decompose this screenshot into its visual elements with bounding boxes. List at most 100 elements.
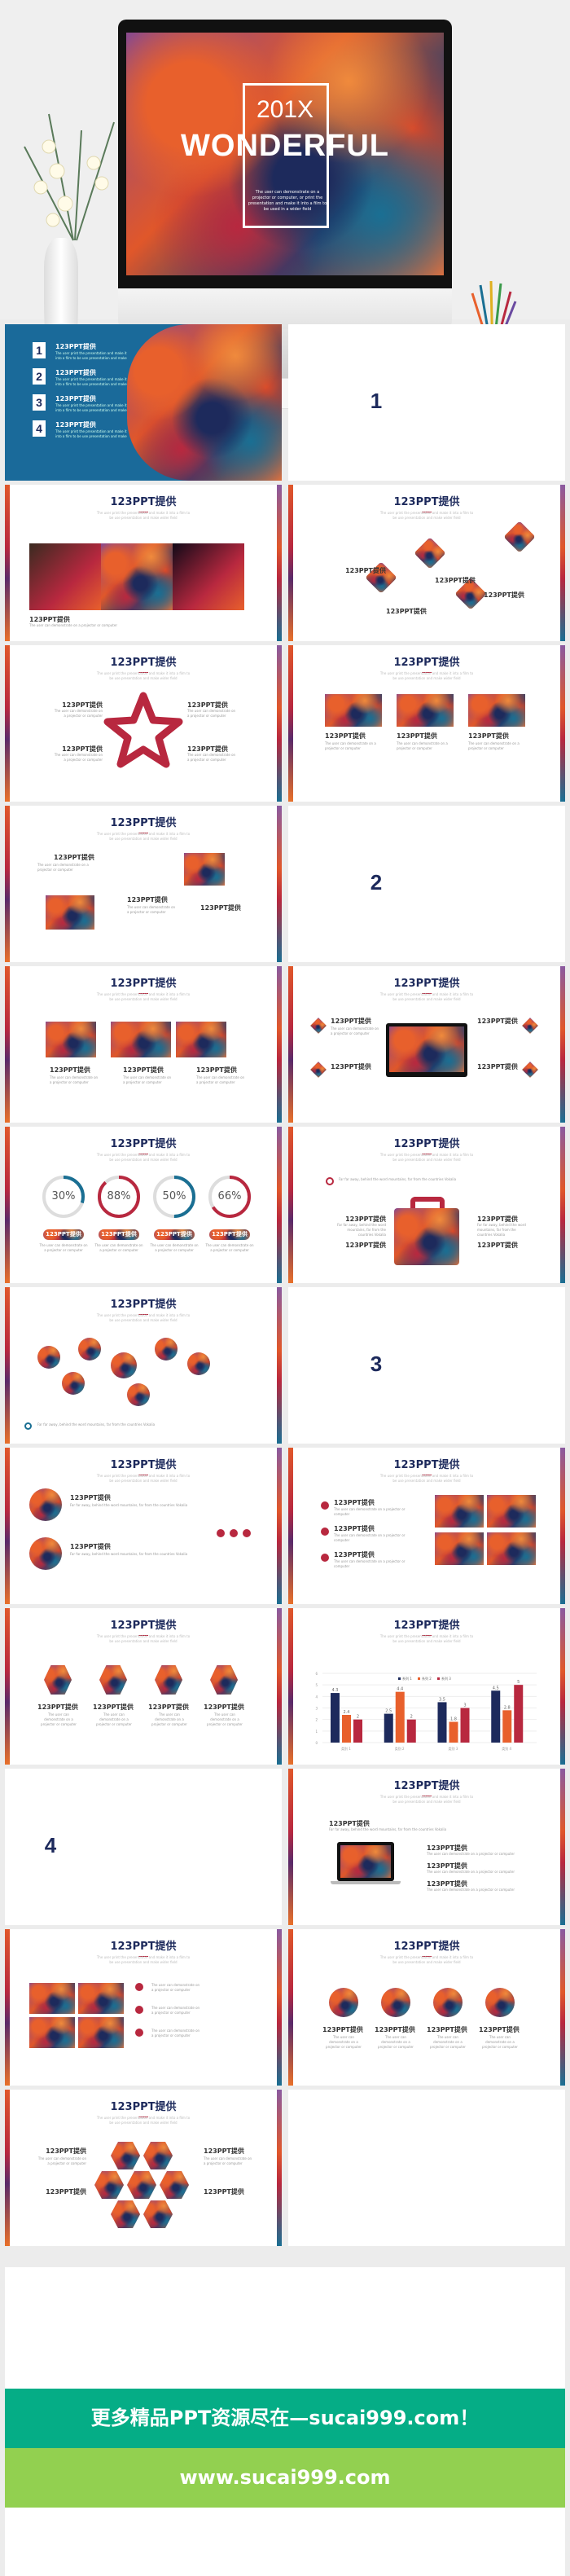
hexagon-icon <box>155 1665 182 1695</box>
section-title: 123PPT提供 <box>73 1835 140 1848</box>
item-text: Far far away, behind the word mountains,… <box>37 1422 156 1426</box>
data-label: 3 <box>463 1703 466 1708</box>
bar <box>491 1690 501 1743</box>
item-title: 123PPT提供 <box>70 1543 111 1550</box>
diamond-icon <box>414 537 446 569</box>
hero-mockup: 201X WONDERFUL The user can demonstrate … <box>0 0 570 414</box>
item-title: 123PPT提供 <box>345 567 386 574</box>
item-text: The user can demonstrate on a projector … <box>39 1243 88 1252</box>
legend-swatch <box>437 1677 440 1680</box>
item-title: 123PPT提供 <box>334 1499 375 1506</box>
slide-section[interactable]: 3 123PPT提供 The user print the presentation… <box>288 1287 565 1444</box>
slide-subtitle: The user print the presentation and make… <box>96 511 191 520</box>
website-banner[interactable]: www.sucai999.com <box>5 2448 565 2508</box>
slide-monitor[interactable]: 123PPT提供 The user print the presentation … <box>288 966 565 1123</box>
item-text: Far far away, behind the word mountains,… <box>70 1552 188 1556</box>
item-text: The user can demonstrate on a projector … <box>378 2035 414 2049</box>
data-label: 1.8 <box>450 1717 457 1722</box>
hexagon-image <box>94 2171 124 2199</box>
slide-photolist[interactable]: 123PPT提供 The user print the presentation … <box>288 1448 565 1604</box>
pill-label: 123PPT提供 <box>212 1231 248 1237</box>
percent-value: 66% <box>217 1190 242 1202</box>
slide-laptop[interactable]: 123PPT提供 The user print the presentation … <box>288 1769 565 1925</box>
bar-chart: 0 1 2 3 4 5 6 系列 1 系列 2 系列 3 4.3 2.4 2 类别 1 2.5 4.4 2 类别 … <box>315 1672 537 1751</box>
pill-label: 123PPT提供 <box>101 1231 137 1237</box>
diamond-icon <box>310 1018 327 1034</box>
slide-agenda[interactable]: 1 123PPT提供 The user print the presentation… <box>5 324 282 481</box>
monitor-screen: 201X WONDERFUL The user can demonstrate … <box>126 33 444 275</box>
agenda-title: 123PPT提供 <box>55 421 96 429</box>
item-text: The user can demonstrate on a projector … <box>29 623 117 627</box>
item-title: 123PPT提供 <box>325 732 366 740</box>
item-title: 123PPT提供 <box>334 1551 375 1558</box>
slide-photos[interactable]: 123PPT提供 The user print the presentation … <box>5 485 282 641</box>
slide-title: 123PPT提供 <box>5 1616 282 1636</box>
agenda-text: The user print the presentation and make… <box>55 429 127 438</box>
item-text: The user can demonstrate on a projector … <box>430 2035 466 2049</box>
circle-icon <box>433 1988 463 2017</box>
slide-percent[interactable]: 123PPT提供 The user print the presentation … <box>5 1127 282 1283</box>
slide-photos3[interactable]: 123PPT提供 The user print the presentation … <box>5 966 282 1123</box>
dot-icon <box>135 1983 143 1991</box>
percent-value: 88% <box>107 1190 131 1202</box>
slide-star[interactable]: 123PPT提供 The user print the presentation … <box>5 645 282 802</box>
item-title: 123PPT提供 <box>70 1494 111 1501</box>
agenda-title: 123PPT提供 <box>55 395 96 402</box>
item-text: The user can demonstrate on a projector … <box>54 709 103 718</box>
agenda-number: 3 <box>33 394 46 411</box>
y-tick-label: 3 <box>315 1707 318 1711</box>
search-icon <box>326 1177 334 1185</box>
item-text: The user can demonstrate on a projector … <box>127 905 176 914</box>
slide-chart[interactable]: 123PPT提供 The user print the presentation … <box>288 1608 565 1765</box>
slide-thankyou[interactable]: THANK YOU <box>288 2090 565 2246</box>
slide-circles[interactable]: 123PPT提供 The user print the presentation … <box>5 1287 282 1444</box>
slide-arrows[interactable]: 123PPT提供 The user print the presentation … <box>5 806 282 962</box>
item-text: The user can demonstrate on a projector … <box>96 1712 132 1726</box>
item-text: The user can demonstrate on a projector … <box>482 2035 518 2049</box>
slide-title: 123PPT提供 <box>288 1456 565 1475</box>
slide-photogrid[interactable]: 123PPT提供 The user print the presentation … <box>5 1929 282 2086</box>
section-text: The user print the presentation and make… <box>402 406 481 420</box>
photo <box>78 1983 124 2014</box>
bar <box>437 1702 447 1743</box>
photo <box>29 543 101 610</box>
data-label: 2.4 <box>344 1710 350 1715</box>
photo <box>78 2017 124 2048</box>
bar <box>502 1710 512 1743</box>
item-title: 123PPT提供 <box>127 896 168 903</box>
promo-banner[interactable]: 更多精品PPT资源尽在—sucai999.com！ <box>5 2389 565 2448</box>
item-text: The user can demonstrate on a projector … <box>94 1243 143 1252</box>
x-tick-label: 类别 3 <box>448 1746 458 1751</box>
monitor-screen <box>389 1026 464 1072</box>
slide-circlelist[interactable]: 123PPT提供 The user print the presentation … <box>5 1448 282 1604</box>
item-title: 123PPT提供 <box>435 577 476 584</box>
slide-diamonds[interactable]: 123PPT提供 The user print the presentation … <box>288 485 565 641</box>
dot-icon <box>321 1528 329 1536</box>
item-text: The user can demonstrate on a projector … <box>150 1243 199 1252</box>
photo <box>111 1022 171 1057</box>
diamond-icon <box>503 521 536 553</box>
circle-image <box>29 1537 62 1570</box>
agenda-text: The user print the presentation and make… <box>55 377 127 386</box>
circle-image <box>78 1338 101 1361</box>
item-text: The user can demonstrate on a projector … <box>151 1983 200 1992</box>
circle-icon <box>381 1988 410 2017</box>
data-label: 3.5 <box>439 1697 445 1702</box>
slide-photocards[interactable]: 123PPT提供 The user print the presentation … <box>288 645 565 802</box>
slide-hexes[interactable]: 123PPT提供 The user print the presentation … <box>5 1608 282 1765</box>
item-title: 123PPT提供 <box>375 2026 415 2033</box>
item-text: The user can demonstrate on a projector … <box>151 2029 200 2038</box>
slide-bag[interactable]: 123PPT提供 The user print the presentation … <box>288 1127 565 1283</box>
item-text: The user can demonstrate on a projector … <box>196 1075 245 1084</box>
item-text: Far far away, behind the word mountains,… <box>477 1223 526 1237</box>
slide-section[interactable]: 4 123PPT提供 The user print the presentation… <box>5 1769 282 1925</box>
slide-section[interactable]: 1 123PPT提供 The user print the presentation… <box>288 324 565 481</box>
photo <box>487 1495 536 1528</box>
item-title: 123PPT提供 <box>196 1066 237 1074</box>
slide-iconcircles[interactable]: 123PPT提供 The user print the presentation … <box>288 1929 565 2086</box>
pill-label: 123PPT提供 <box>46 1231 81 1237</box>
section-text: The user print the presentation and make… <box>402 887 481 901</box>
slide-section[interactable]: 2 123PPT提供 The user print the presentation… <box>288 806 565 962</box>
slide-hexcluster[interactable]: 123PPT提供 The user print the presentation … <box>5 2090 282 2246</box>
photo <box>176 1022 226 1057</box>
